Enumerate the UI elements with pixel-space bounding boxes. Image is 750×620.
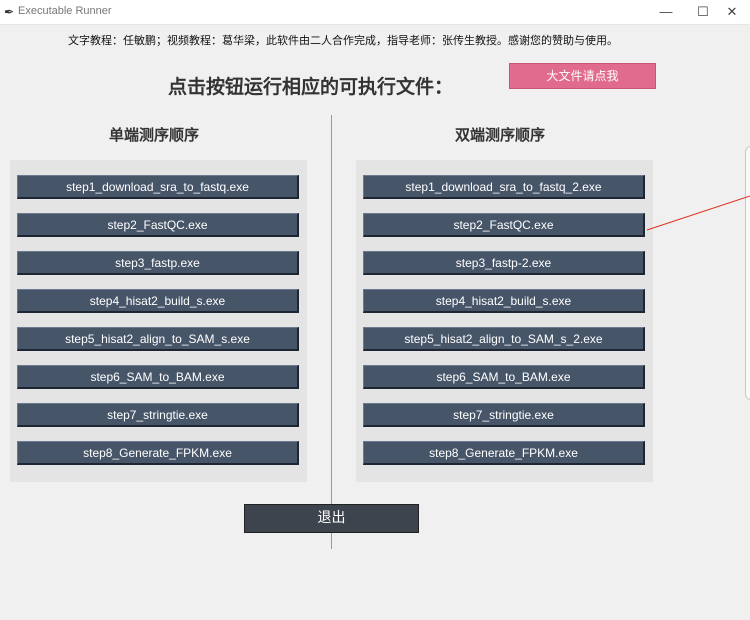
annotation-arrow [646,195,750,231]
